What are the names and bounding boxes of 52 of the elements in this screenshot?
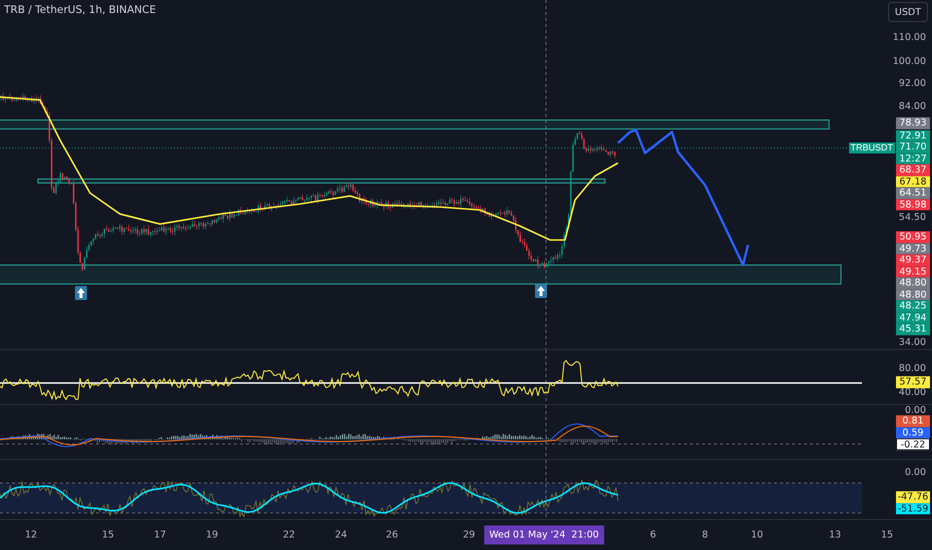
- time-axis-label: 24: [334, 530, 348, 540]
- price-tag: 72.91: [896, 130, 930, 142]
- up-arrow-icon: [75, 286, 87, 300]
- price-tag: 57.57: [896, 376, 930, 388]
- axis-tick-label: 110.00: [892, 33, 926, 43]
- axis-tick-label: 0.00: [904, 406, 926, 416]
- axis-tick-label: 0.00: [904, 468, 926, 478]
- time-axis-label: 8: [702, 530, 708, 540]
- time-axis-label: 13: [828, 530, 842, 540]
- time-axis-label: 17: [154, 530, 166, 540]
- up-arrow-icon: [535, 284, 547, 298]
- time-axis-label: 26: [386, 530, 398, 540]
- price-tag: 64.51: [896, 187, 930, 199]
- price-tag: 45.31: [896, 323, 930, 335]
- axis-tick-label: 92.00: [898, 79, 926, 89]
- price-tag: 50.95: [896, 231, 930, 243]
- price-tag: 78.93: [896, 117, 930, 129]
- price-tag: 49.37: [896, 254, 930, 266]
- price-tag: -47.76: [896, 491, 930, 503]
- price-tag: 0.81: [896, 415, 930, 427]
- price-tag: 47.94: [896, 312, 930, 324]
- price-tag: 12:27: [896, 152, 930, 164]
- time-axis-label: 29: [462, 530, 476, 540]
- symbol-tag: TRBUSDT: [848, 142, 895, 154]
- price-tag: 68.37: [896, 164, 930, 176]
- currency-button[interactable]: USDT: [888, 2, 928, 22]
- time-axis-label: 15: [102, 530, 114, 540]
- price-tag: -0.22: [896, 438, 930, 450]
- time-axis-label: 6: [650, 530, 656, 540]
- symbol-legend: TRB / TetherUS, 1h, BINANCE: [4, 4, 156, 16]
- axis-tick-label: 40.00: [898, 388, 926, 398]
- price-tag: 48.80: [896, 277, 930, 289]
- price-tag: -51.59: [896, 502, 930, 514]
- price-tag: 49.15: [896, 266, 930, 278]
- time-axis-label: 22: [282, 530, 296, 540]
- time-axis-label: 10: [750, 530, 764, 540]
- price-tag: 71.70: [896, 141, 930, 153]
- axis-tick-label: 84.00: [898, 102, 926, 112]
- price-tag: 48.80: [896, 288, 930, 300]
- axis-tick-label: 54.50: [898, 213, 926, 223]
- price-tag: 0.59: [896, 426, 930, 438]
- axis-tick-label: 34.00: [898, 338, 926, 348]
- crosshair-time-label: Wed 01 May '24 21:00: [484, 526, 604, 544]
- price-tag: 58.98: [896, 198, 930, 210]
- axis-tick-label: 100.00: [892, 57, 926, 67]
- axis-tick-label: 80.00: [898, 364, 926, 374]
- time-axis-label: 19: [206, 530, 218, 540]
- time-axis-label: 15: [880, 530, 894, 540]
- price-tag: 48.25: [896, 300, 930, 312]
- time-axis-label: 12: [24, 530, 38, 540]
- price-tag: 67.18: [896, 176, 930, 188]
- price-tag: 49.73: [896, 242, 930, 254]
